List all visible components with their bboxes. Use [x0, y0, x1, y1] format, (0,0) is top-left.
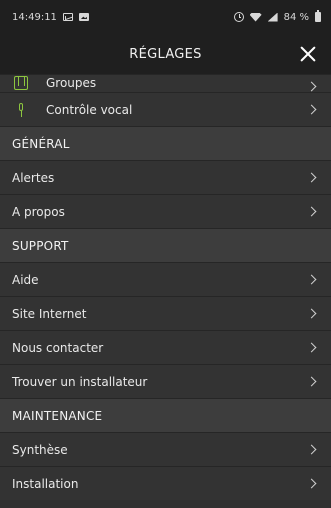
list-item-label: Groupes [46, 76, 97, 90]
microphone-icon [14, 102, 28, 117]
status-right: 84 % [233, 10, 321, 23]
list-item-label: Installation [12, 476, 79, 491]
list-item-installation[interactable]: Installation [0, 466, 331, 500]
list-item-label: Alertes [12, 170, 55, 185]
chevron-right-icon [306, 308, 317, 319]
section-title: GÉNÉRAL [12, 136, 70, 151]
list-item-trouver-installateur[interactable]: Trouver un installateur [0, 364, 331, 398]
status-time: 14:49:11 [12, 11, 57, 23]
list-item-synthese[interactable]: Synthèse [0, 432, 331, 466]
status-bar: 14:49:11 84 % [0, 0, 331, 34]
section-title: SUPPORT [12, 238, 69, 253]
chevron-right-icon [306, 478, 317, 489]
list-item-label: A propos [12, 204, 65, 219]
gallery-notification-icon [78, 13, 89, 21]
alarm-icon [233, 12, 244, 22]
status-left: 14:49:11 [12, 12, 89, 23]
section-title: MAINTENANCE [12, 408, 103, 423]
list-item-label: Site Internet [12, 306, 87, 321]
mail-notification-icon [62, 13, 73, 21]
list-item-label: Aide [12, 272, 39, 287]
section-header-support: SUPPORT [0, 228, 331, 262]
list-item-aide[interactable]: Aide [0, 262, 331, 296]
groups-icon [14, 76, 28, 90]
app-header: RÉGLAGES [0, 34, 331, 74]
chevron-right-icon [306, 81, 317, 92]
settings-screen: 14:49:11 84 % RÉGLAGES Groupes Contrôle … [0, 0, 331, 508]
list-item-controle-vocal[interactable]: Contrôle vocal [0, 92, 331, 126]
chevron-right-icon [306, 206, 317, 217]
battery-percent: 84 % [283, 11, 309, 23]
chevron-right-icon [306, 274, 317, 285]
signal-icon [267, 12, 278, 22]
list-item-a-propos[interactable]: A propos [0, 194, 331, 228]
chevron-right-icon [306, 342, 317, 353]
list-item-label: Trouver un installateur [12, 374, 148, 389]
chevron-right-icon [306, 376, 317, 387]
page-title: RÉGLAGES [129, 46, 202, 62]
chevron-right-icon [306, 104, 317, 115]
settings-list: Groupes Contrôle vocal GÉNÉRAL Alertes A… [0, 74, 331, 508]
list-item-label: Synthèse [12, 442, 68, 457]
battery-icon [315, 10, 321, 22]
list-item-label: Contrôle vocal [46, 102, 133, 117]
list-item-label: Nous contacter [12, 340, 104, 355]
chevron-right-icon [306, 172, 317, 183]
list-item-nous-contacter[interactable]: Nous contacter [0, 330, 331, 364]
chevron-right-icon [306, 444, 317, 455]
section-header-general: GÉNÉRAL [0, 126, 331, 160]
list-item-groupes[interactable]: Groupes [0, 74, 331, 92]
list-item-site-internet[interactable]: Site Internet [0, 296, 331, 330]
section-header-maintenance: MAINTENANCE [0, 398, 331, 432]
list-item-alertes[interactable]: Alertes [0, 160, 331, 194]
wifi-icon [249, 12, 262, 22]
close-button[interactable] [297, 43, 319, 65]
